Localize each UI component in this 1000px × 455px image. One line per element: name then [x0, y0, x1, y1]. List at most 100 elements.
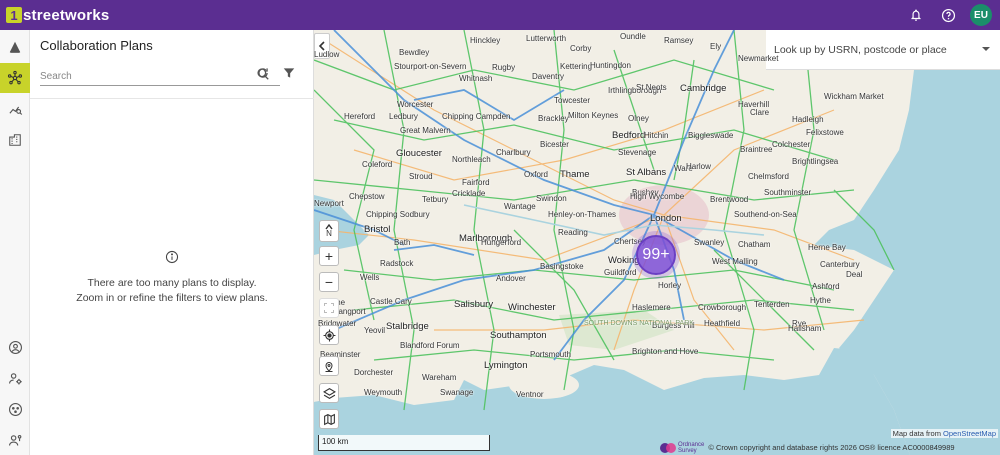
map-view[interactable]: Ludlow Bewdley Hinckley LutterworthCorby Oun…: [314, 30, 1000, 455]
dropdown-caret-icon[interactable]: [982, 47, 990, 51]
map-place-label: Chepstow: [349, 192, 385, 201]
app-logo[interactable]: 1 streetworks: [6, 7, 109, 24]
map-place-label: Biggleswade: [688, 131, 734, 140]
roadworks-icon[interactable]: [0, 32, 30, 62]
map-place-label: Colchester: [772, 140, 811, 149]
search-input[interactable]: [40, 67, 250, 86]
map-place-label: Winchester: [508, 302, 556, 313]
empty-state: There are too many plans to display. Zoo…: [30, 250, 314, 306]
map-place-label: Crowborough: [698, 303, 747, 312]
map-place-label: Ely: [710, 42, 722, 51]
map-place-label: Milton Keynes: [568, 111, 619, 120]
map-place-label: Herne Bay: [808, 243, 846, 252]
info-icon: [30, 250, 314, 264]
map-place-label: St Neots: [636, 83, 667, 92]
map-place-label: Thame: [560, 169, 590, 180]
map-place-label: Canterbury: [820, 260, 860, 269]
map-place-label: Wantage: [504, 202, 536, 211]
map-place-label: Wells: [360, 273, 380, 282]
map-place-label: Chelmsford: [748, 172, 789, 181]
map-place-label: Oxford: [524, 170, 549, 179]
lookup-input[interactable]: [774, 43, 974, 56]
place-marker-icon[interactable]: [319, 356, 339, 376]
map-place-label: Dorchester: [354, 368, 394, 377]
map-place-label: Radstock: [380, 259, 414, 268]
map-place-label: Cricklade: [452, 189, 486, 198]
map-place-label: Lymington: [484, 360, 528, 371]
left-rail: [0, 30, 30, 455]
map-place-label: Tetbury: [422, 195, 449, 204]
map-place-label: Ludlow: [314, 50, 340, 59]
support-icon[interactable]: [0, 394, 30, 424]
map-place-label: Brentwood: [710, 195, 749, 204]
map-footer: Ordnance Survey © Crown copyright and da…: [660, 440, 955, 455]
map-place-label: Stroud: [409, 172, 433, 181]
map-place-label: Kettering: [560, 62, 593, 71]
map-place-label: West Malling: [712, 257, 758, 266]
bell-icon[interactable]: [906, 5, 926, 25]
map-place-label: Northleach: [452, 155, 491, 164]
map-place-label: Hereford: [344, 112, 376, 121]
plans-cluster[interactable]: 99+: [636, 235, 676, 275]
map-place-label: Deal: [846, 270, 863, 279]
collaboration-network-icon[interactable]: [0, 63, 30, 93]
user-admin-icon[interactable]: [0, 425, 30, 455]
layers-icon[interactable]: [319, 383, 339, 403]
user-settings-icon[interactable]: [0, 363, 30, 393]
locate-icon[interactable]: [319, 325, 339, 345]
map-place-label: Southend-on-Sea: [734, 210, 797, 219]
map-place-label: High Wycombe: [630, 192, 685, 201]
map-place-label: Daventry: [532, 72, 565, 81]
map-place-label: Guildford: [604, 268, 637, 277]
map-place-label: Cambridge: [680, 83, 727, 94]
map-place-label: Olney: [628, 114, 649, 123]
map-place-label: Reading: [558, 228, 588, 237]
map-place-label: Oundle: [620, 32, 646, 41]
fullscreen-icon[interactable]: [319, 298, 339, 318]
filter-icon[interactable]: [282, 66, 298, 84]
zoom-out-button[interactable]: −: [319, 272, 339, 292]
map-place-label: Stourport-on-Severn: [394, 62, 467, 71]
map-place-label: Stalbridge: [386, 321, 429, 332]
copyright-text: © Crown copyright and database rights 20…: [708, 443, 955, 452]
map-place-label: Hythe: [810, 296, 831, 305]
basemap-icon[interactable]: [319, 409, 339, 429]
map-place-label: Hailsham: [788, 324, 822, 333]
map-place-label: Ramsey: [664, 36, 694, 45]
map-place-label: Rugby: [492, 63, 516, 72]
map-place-label: Ashford: [812, 282, 840, 291]
panel-divider: [30, 98, 314, 99]
zoom-in-button[interactable]: +: [319, 246, 339, 266]
empty-message-line-2: Zoom in or refine the filters to view pl…: [76, 292, 268, 304]
map-place-label: Tenterden: [754, 300, 790, 309]
user-avatar[interactable]: EU: [970, 4, 992, 26]
map-place-label: Lutterworth: [526, 34, 567, 43]
scale-bar: 100 km: [318, 435, 490, 451]
logo-mark: 1: [6, 7, 22, 23]
map-place-label: Chipping Sodbury: [366, 210, 430, 219]
map-place-label: Braintree: [740, 145, 773, 154]
map-place-label: Swanage: [440, 388, 474, 397]
map-place-label: Wickham Market: [824, 92, 884, 101]
map-place-label: St Albans: [626, 167, 667, 178]
building-icon[interactable]: [0, 125, 30, 155]
panel-title: Collaboration Plans: [40, 38, 153, 53]
compass-button[interactable]: N: [319, 220, 339, 242]
os-logo-text-2: Survey: [678, 447, 697, 454]
map-place-label: Gloucester: [396, 148, 442, 159]
help-icon[interactable]: [938, 5, 958, 25]
compass-label: N: [326, 229, 332, 238]
map-place-label: Harlow: [686, 162, 711, 171]
map-place-label: Hungerford: [481, 238, 522, 247]
refresh-icon[interactable]: [256, 66, 272, 84]
analytics-search-icon[interactable]: [0, 94, 30, 124]
map-place-label: Coleford: [362, 160, 393, 169]
ordnance-survey-mark-icon: [660, 442, 676, 453]
ordnance-survey-logo: Ordnance Survey: [660, 441, 704, 455]
openstreetmap-link[interactable]: OpenStreetMap: [943, 429, 996, 438]
map-place-label: Castle Cary: [370, 297, 412, 306]
map-place-label: Portsmouth: [530, 350, 571, 359]
map-place-label: Brighton and Hove: [632, 347, 699, 356]
account-circle-icon[interactable]: [0, 332, 30, 362]
map-place-label: Whitnash: [459, 74, 493, 83]
